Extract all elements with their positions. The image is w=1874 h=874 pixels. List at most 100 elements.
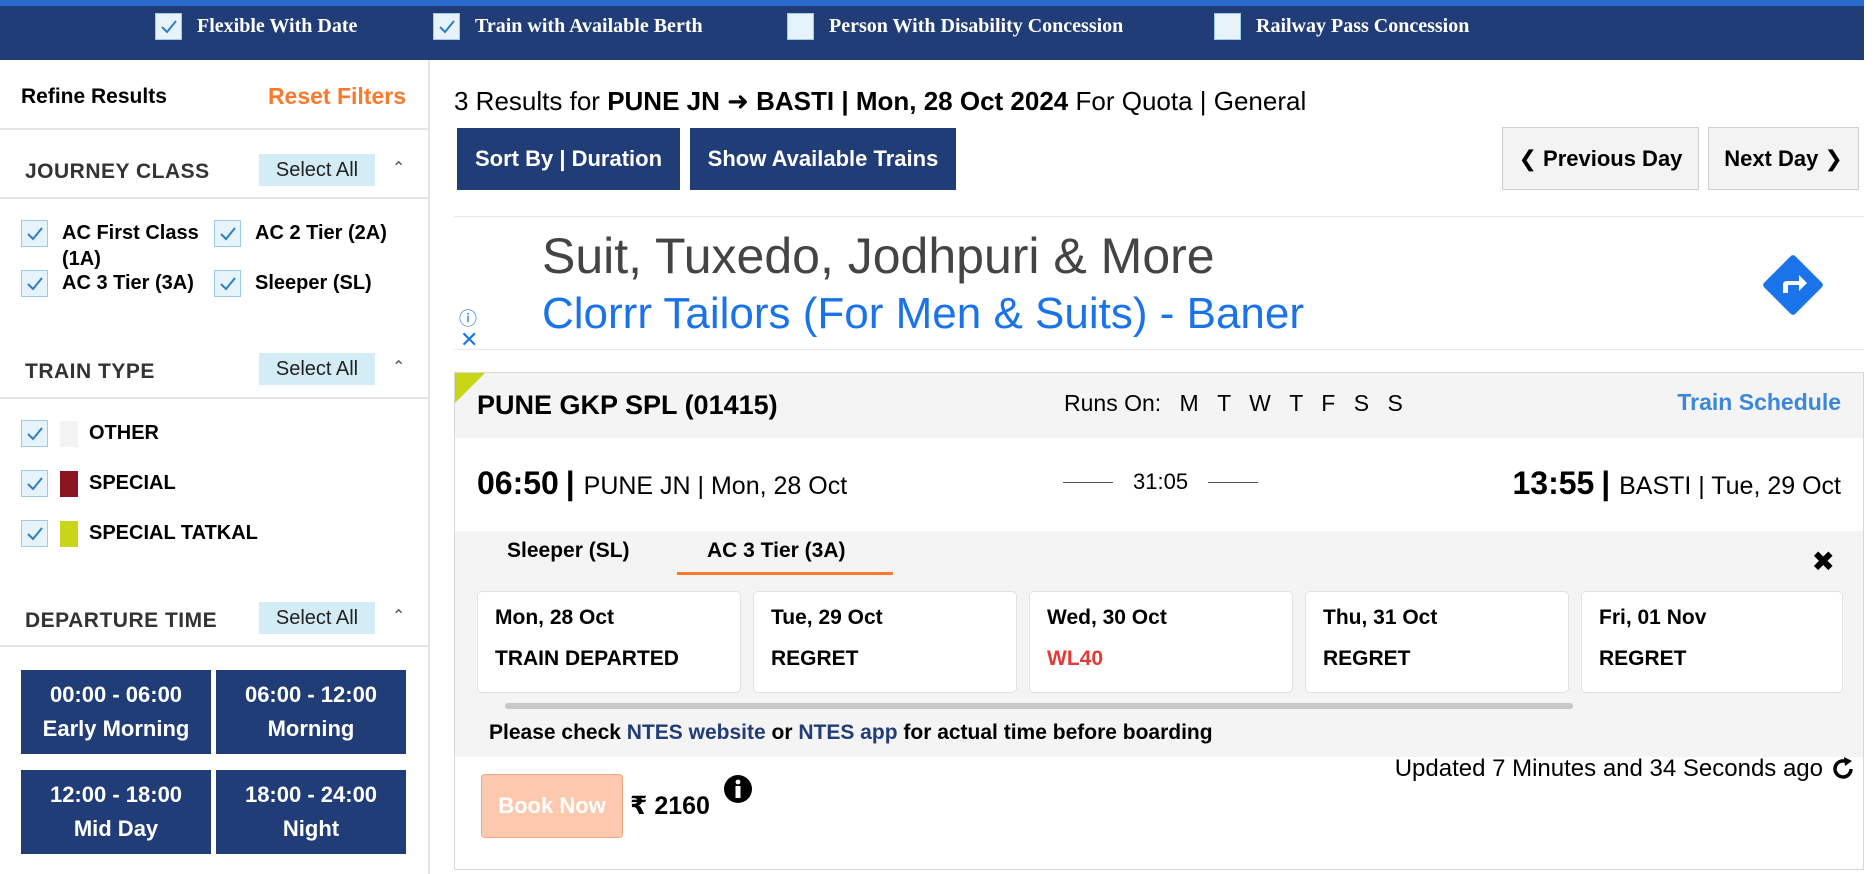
train-type-other[interactable]: OTHER [21,420,159,447]
note-text: for actual time before boarding [903,721,1213,744]
availability-status: TRAIN DEPARTED [495,647,679,670]
checkbox-checked-icon[interactable] [214,220,241,247]
sort-by-duration-button[interactable]: Sort By | Duration [457,128,680,190]
tab-ac-3-tier[interactable]: AC 3 Tier (3A) [707,539,845,563]
note-text: or [771,721,793,744]
previous-day-button[interactable]: ❮ Previous Day [1502,127,1699,190]
advertisement-banner[interactable]: Suit, Tuxedo, Jodhpuri & More Clorrr Tai… [454,216,1864,353]
book-now-button[interactable]: Book Now [481,774,623,838]
departure-mid-day-button[interactable]: 12:00 - 18:00 Mid Day [21,770,211,854]
slot-name: Early Morning [42,716,190,741]
departure-morning-button[interactable]: 06:00 - 12:00 Morning [216,670,406,754]
run-day: F [1321,390,1336,416]
departure-early-morning-button[interactable]: 00:00 - 06:00 Early Morning [21,670,211,754]
availability-date: Mon, 28 Oct [495,606,615,629]
option-label: Person With Disability Concession [829,15,1124,37]
checkbox-checked-icon[interactable] [21,470,48,497]
departure-time-select-all[interactable]: Select All [259,602,375,634]
departure-time: 06:50 [477,465,559,501]
train-result-card: PUNE GKP SPL (01415) Runs On: M T W T F … [454,372,1864,870]
run-day: S [1353,390,1370,416]
refine-results-title: Refine Results [21,85,167,108]
separator: | [1601,465,1620,501]
next-day-label: Next Day [1724,145,1819,171]
availability-day-card[interactable]: Mon, 28 Oct TRAIN DEPARTED [477,591,741,693]
train-type-title: TRAIN TYPE [25,360,155,383]
ad-close-icon[interactable]: ✕ [460,327,478,353]
sidebar-header: Refine Results Reset Filters [0,60,430,130]
available-berth-option[interactable]: Train with Available Berth [433,13,703,40]
divider [0,197,430,199]
slot-name: Night [282,816,340,841]
checkbox-checked-icon[interactable] [214,270,241,297]
arrival-info: 13:55 | BASTI | Tue, 29 Oct [1512,465,1841,502]
availability-date: Fri, 01 Nov [1599,606,1707,629]
arrival-station-date: BASTI | Tue, 29 Oct [1619,472,1841,500]
next-day-button[interactable]: Next Day ❯ [1708,127,1859,190]
checkbox-empty-icon[interactable] [1214,13,1241,40]
checkbox-checked-icon[interactable] [21,270,48,297]
checkbox-checked-icon[interactable] [21,420,48,447]
class-label: Sleeper (SL) [255,272,372,294]
run-day: S [1387,390,1403,416]
class-filter-2a[interactable]: AC 2 Tier (2A) [214,220,387,247]
ntes-website-link[interactable]: NTES website [627,721,766,744]
class-filter-1a[interactable]: AC First Class (1A) [21,220,211,272]
class-availability-area: Sleeper (SL) AC 3 Tier (3A) ✖ Mon, 28 Oc… [455,531,1863,757]
type-color-swatch [60,520,78,547]
collapse-chevron-icon[interactable]: ⌃ [392,357,405,377]
divider [0,397,430,399]
availability-day-card[interactable]: Thu, 31 Oct REGRET [1305,591,1569,693]
departure-station-date: PUNE JN | Mon, 28 Oct [583,472,848,500]
horizontal-scrollbar[interactable] [505,703,1573,709]
top-options-bar: Flexible With Date Train with Available … [0,0,1864,60]
ad-headline[interactable]: Suit, Tuxedo, Jodhpuri & More [542,227,1215,285]
slot-range: 06:00 - 12:00 [244,682,378,707]
slot-name: Morning [267,716,355,741]
availability-status: REGRET [1599,647,1687,670]
checkbox-checked-icon[interactable] [21,520,48,547]
train-type-select-all[interactable]: Select All [259,353,375,385]
reset-filters-link[interactable]: Reset Filters [268,83,406,110]
availability-day-card[interactable]: Wed, 30 Oct WL40 [1029,591,1293,693]
type-label: OTHER [89,422,159,444]
collapse-chevron-icon[interactable]: ⌃ [392,606,405,626]
ad-redirect-arrow-icon[interactable] [1757,249,1829,321]
previous-day-label: Previous Day [1543,145,1683,171]
railway-pass-option[interactable]: Railway Pass Concession [1214,13,1469,40]
close-icon[interactable]: ✖ [1812,545,1835,578]
checkbox-checked-icon[interactable] [433,13,460,40]
divider-line [1208,481,1259,483]
collapse-chevron-icon[interactable]: ⌃ [392,158,405,178]
checkbox-empty-icon[interactable] [787,13,814,40]
checkbox-checked-icon[interactable] [21,220,48,247]
departure-info: 06:50 | PUNE JN | Mon, 28 Oct [477,465,847,502]
train-type-special-tatkal[interactable]: SPECIAL TATKAL [21,520,258,547]
availability-status: REGRET [1323,647,1411,670]
divider [0,645,430,647]
journey-duration: 31:05 [1063,469,1278,495]
checkbox-checked-icon[interactable] [155,13,182,40]
availability-day-card[interactable]: Tue, 29 Oct REGRET [753,591,1017,693]
class-filter-sl[interactable]: Sleeper (SL) [214,270,372,297]
availability-day-card[interactable]: Fri, 01 Nov REGRET [1581,591,1843,693]
divider-line [1063,481,1113,483]
class-filter-3a[interactable]: AC 3 Tier (3A) [21,270,194,297]
type-color-swatch [60,470,78,497]
tab-sleeper[interactable]: Sleeper (SL) [507,539,630,563]
slot-range: 12:00 - 18:00 [49,782,183,807]
disability-concession-option[interactable]: Person With Disability Concession [787,13,1123,40]
slot-range: 18:00 - 24:00 [244,782,378,807]
type-label: SPECIAL TATKAL [89,522,258,544]
run-day: W [1249,390,1271,416]
ad-subline[interactable]: Clorrr Tailors (For Men & Suits) - Baner [542,289,1304,339]
show-available-trains-button[interactable]: Show Available Trains [690,128,956,190]
info-icon[interactable] [722,773,754,805]
flexible-date-option[interactable]: Flexible With Date [155,13,357,40]
refresh-icon[interactable] [1829,755,1857,783]
train-type-special[interactable]: SPECIAL [21,470,176,497]
ntes-app-link[interactable]: NTES app [798,721,897,744]
train-schedule-link[interactable]: Train Schedule [1677,389,1841,416]
departure-night-button[interactable]: 18:00 - 24:00 Night [216,770,406,854]
journey-class-select-all[interactable]: Select All [259,154,375,186]
